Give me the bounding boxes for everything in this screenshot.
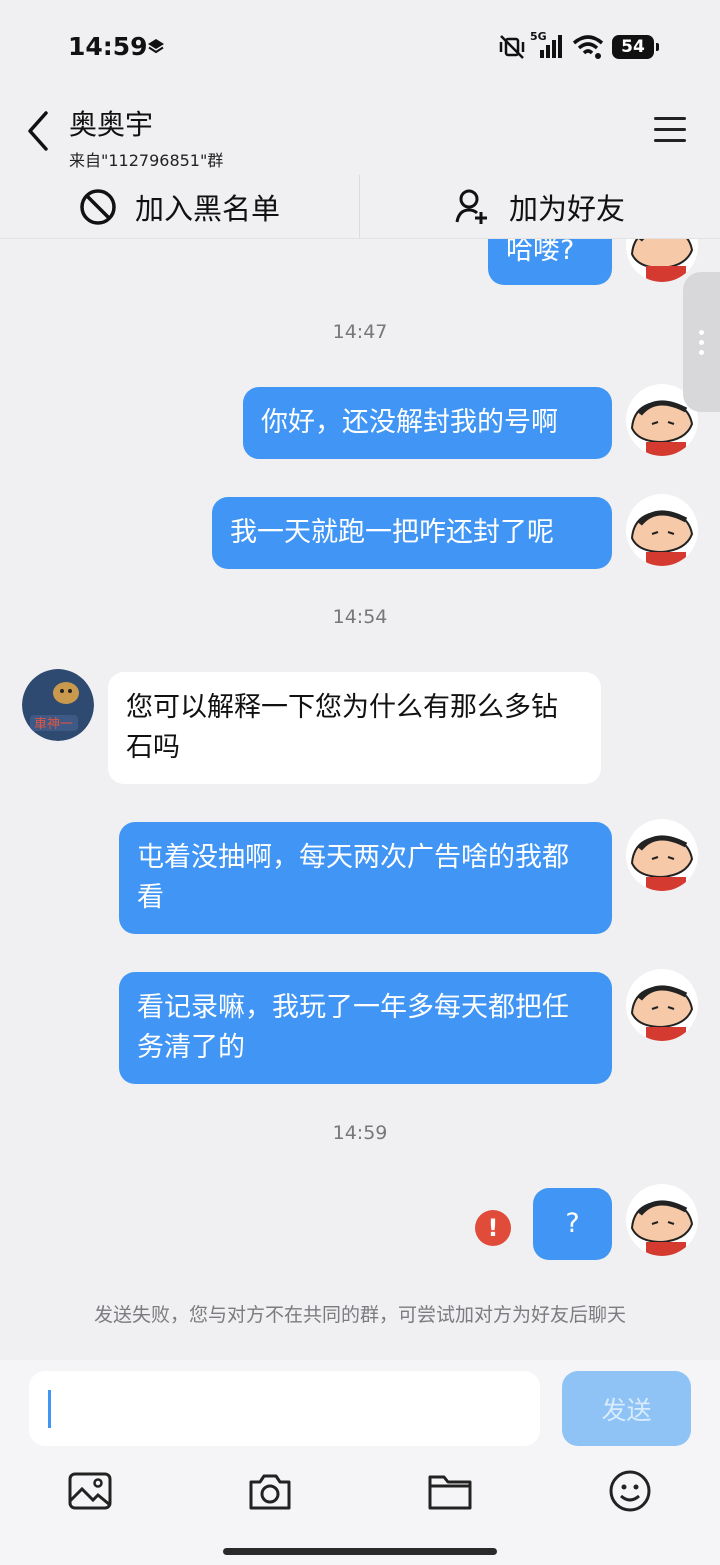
message-text: 看记录嘛，我玩了一年多每天都把任务清了的 <box>137 992 569 1063</box>
my-avatar[interactable] <box>626 494 698 566</box>
message-text: 您可以解释一下您为什么有那么多钻石吗 <box>126 692 558 763</box>
contact-avatar-text: 車神一 <box>34 717 73 732</box>
message-bubble-outgoing[interactable]: ? <box>533 1188 612 1260</box>
block-label: 加入黑名单 <box>134 191 280 226</box>
contact-source-group: 来自"112796851"群 <box>69 151 224 170</box>
add-user-icon <box>455 189 487 224</box>
add-friend-label: 加为好友 <box>508 191 625 226</box>
my-avatar[interactable] <box>626 1184 698 1256</box>
message-text: 屯着没抽啊，每天两次广告啥的我都看 <box>137 842 569 913</box>
contact-name: 奥奥宇 <box>69 108 154 141</box>
wifi-icon <box>572 35 604 59</box>
cellular-signal-icon: 5G <box>530 30 564 60</box>
my-avatar[interactable] <box>626 819 698 891</box>
timestamp: 14:59 <box>332 1122 388 1144</box>
battery-indicator: 54 <box>612 35 659 59</box>
send-failed-notice: 发送失败，您与对方不在共同的群，可尝试加对方为好友后聊天 <box>93 1304 626 1326</box>
emoji-icon[interactable] <box>607 1468 653 1514</box>
message-bubble-outgoing[interactable]: 你好，还没解封我的号啊 <box>243 387 612 459</box>
back-arrow-icon[interactable] <box>22 109 54 153</box>
chat-header: 奥奥宇 来自"112796851"群 <box>0 95 720 175</box>
image-icon[interactable] <box>67 1468 113 1514</box>
message-bubble-outgoing[interactable]: 看记录嘛，我玩了一年多每天都把任务清了的 <box>119 972 612 1084</box>
send-button[interactable]: 发送 <box>562 1371 691 1446</box>
contact-avatar[interactable]: 車神一 <box>22 669 94 741</box>
send-failed-icon[interactable]: ! <box>475 1210 511 1246</box>
camera-icon[interactable] <box>247 1468 293 1514</box>
folder-icon[interactable] <box>427 1468 473 1514</box>
message-bubble-incoming[interactable]: 您可以解释一下您为什么有那么多钻石吗 <box>108 672 601 784</box>
message-text: ? <box>565 1208 580 1239</box>
message-text: 我一天就跑一把咋还封了呢 <box>230 517 554 548</box>
my-avatar[interactable] <box>626 969 698 1041</box>
timestamp: 14:47 <box>332 321 388 343</box>
status-bar: 14:59 5G 54 <box>0 0 720 95</box>
chat-area[interactable]: 哈喽? 14:47 你好，还没解封我的号啊 我一天就跑一把咋还封了呢 14:54… <box>0 175 720 1360</box>
message-text: 哈喽? <box>506 235 575 266</box>
message-input[interactable] <box>29 1371 540 1446</box>
status-time: 14:59 <box>68 32 148 61</box>
mute-vibrate-icon <box>499 35 525 59</box>
network-type: 5G <box>530 30 547 43</box>
layers-icon <box>148 39 164 54</box>
message-bubble-outgoing[interactable]: 我一天就跑一把咋还封了呢 <box>212 497 612 569</box>
menu-icon[interactable] <box>654 117 686 143</box>
message-text: 你好，还没解封我的号啊 <box>261 407 558 438</box>
block-icon <box>80 188 116 225</box>
text-caret <box>48 1390 51 1428</box>
timestamp: 14:54 <box>332 606 388 628</box>
input-area: 发送 <box>0 1360 720 1565</box>
block-button[interactable]: 加入黑名单 <box>0 175 360 238</box>
stranger-action-bar: 加入黑名单 加为好友 <box>0 175 720 239</box>
home-indicator[interactable] <box>223 1548 497 1555</box>
add-friend-button[interactable]: 加为好友 <box>360 175 720 238</box>
message-bubble-outgoing[interactable]: 屯着没抽啊，每天两次广告啥的我都看 <box>119 822 612 934</box>
side-drawer-handle[interactable] <box>683 272 720 412</box>
